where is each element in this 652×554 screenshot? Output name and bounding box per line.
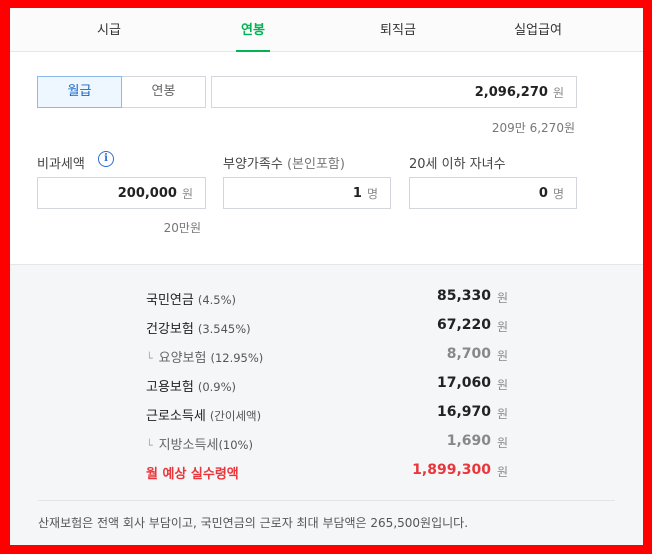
dependents-value: 1 (352, 185, 362, 201)
deduction-name: └ 지방소득세(10%) (146, 434, 253, 453)
deduction-unit: 원 (497, 349, 509, 363)
deduction-rate: (4.5%) (197, 293, 237, 307)
net-pay-label: 월 예상 실수령액 (146, 467, 239, 482)
net-pay-unit: 원 (497, 465, 509, 479)
deduction-label: 요양보험 (158, 351, 207, 366)
info-icon[interactable]: i (98, 151, 114, 167)
dependents-label-text: 부양가족수 (223, 157, 283, 172)
deduction-unit: 원 (497, 436, 509, 450)
deduction-name: 근로소득세 (간이세액) (146, 405, 261, 424)
deduction-row: 고용보험 (0.9%) 17,060 원 (10, 373, 643, 397)
deduction-subrow: └ 지방소득세(10%) 1,690 원 (10, 431, 643, 455)
deduction-rate: (10%) (218, 438, 253, 452)
deduction-row: 건강보험 (3.545%) 67,220 원 (10, 315, 643, 339)
salary-calculator: 시급 연봉 퇴직금 실업급여 월급 연봉 2,096,270 원 209만 6,… (10, 8, 643, 545)
calculator-tabs: 시급 연봉 퇴직금 실업급여 (10, 8, 643, 52)
deduction-name: 고용보험 (0.9%) (146, 376, 236, 395)
sub-item-bullet-icon: └ (146, 352, 153, 365)
annual-option-button[interactable]: 연봉 (121, 77, 205, 107)
tab-unemployment[interactable]: 실업급여 (488, 8, 588, 52)
deduction-amount: 16,970 (436, 404, 491, 420)
nontax-value: 200,000 (117, 185, 177, 201)
deduction-rate: (간이세액) (209, 409, 262, 423)
deduction-label: 근로소득세 (146, 409, 206, 424)
deduction-name: └ 요양보험 (12.95%) (146, 347, 263, 366)
dependents-label-sub: (본인포함) (286, 157, 345, 172)
deduction-unit: 원 (497, 407, 509, 421)
dependents-label: 부양가족수 (본인포함) (223, 153, 345, 172)
deduction-rate: (3.545%) (197, 322, 251, 336)
deduction-amount: 67,220 (436, 317, 491, 333)
footnote: 산재보험은 전액 회사 부담이고, 국민연금의 근로자 최대 부담액은 265,… (38, 516, 469, 530)
deduction-name: 건강보험 (3.545%) (146, 318, 251, 337)
monthly-option-button[interactable]: 월급 (37, 76, 122, 108)
salary-hint: 209만 6,270원 (491, 121, 575, 135)
deduction-subrow: └ 요양보험 (12.95%) 8,700 원 (10, 344, 643, 368)
deduction-amount: 85,330 (436, 288, 491, 304)
deduction-label: 국민연금 (146, 293, 194, 308)
salary-unit: 원 (552, 85, 564, 100)
deduction-amount: 8,700 (446, 346, 491, 362)
deduction-label: 고용보험 (146, 380, 194, 395)
children-label: 20세 이하 자녀수 (409, 157, 506, 172)
tab-hourly[interactable]: 시급 (66, 8, 152, 52)
nontax-hint: 20만원 (163, 221, 201, 235)
nontax-unit: 원 (181, 186, 193, 201)
deduction-label: 건강보험 (146, 322, 194, 337)
nontax-label: 비과세액 (37, 157, 85, 172)
salary-value: 2,096,270 (474, 84, 548, 100)
deduction-unit: 원 (497, 378, 509, 392)
children-value: 0 (538, 185, 548, 201)
children-input[interactable]: 0 명 (409, 177, 577, 209)
result-panel: 국민연금 (4.5%) 85,330 원 건강보험 (3.545%) 67,220 … (10, 264, 643, 545)
deduction-label: 지방소득세 (158, 438, 219, 453)
sub-item-bullet-icon: └ (146, 439, 153, 452)
children-unit: 명 (552, 186, 564, 201)
deduction-rate: (12.95%) (210, 351, 264, 365)
net-pay-row: 월 예상 실수령액 1,899,300 원 (10, 460, 643, 484)
dependents-unit: 명 (366, 186, 378, 201)
divider (38, 500, 615, 501)
tab-severance[interactable]: 퇴직금 (355, 8, 441, 52)
deduction-rate: (0.9%) (197, 380, 237, 394)
deduction-name: 국민연금 (4.5%) (146, 289, 236, 308)
nontax-input[interactable]: 200,000 원 (37, 177, 206, 209)
deduction-row: 국민연금 (4.5%) 85,330 원 (10, 286, 643, 310)
deduction-unit: 원 (497, 291, 509, 305)
deduction-amount: 1,690 (446, 433, 491, 449)
deduction-row: 근로소득세 (간이세액) 16,970 원 (10, 402, 643, 426)
tab-annual[interactable]: 연봉 (236, 8, 270, 52)
net-pay-amount: 1,899,300 (412, 462, 491, 478)
deduction-unit: 원 (497, 320, 509, 334)
deduction-amount: 17,060 (436, 375, 491, 391)
salary-type-toggle: 월급 연봉 (37, 76, 206, 108)
salary-input[interactable]: 2,096,270 원 (211, 76, 577, 108)
dependents-input[interactable]: 1 명 (223, 177, 391, 209)
